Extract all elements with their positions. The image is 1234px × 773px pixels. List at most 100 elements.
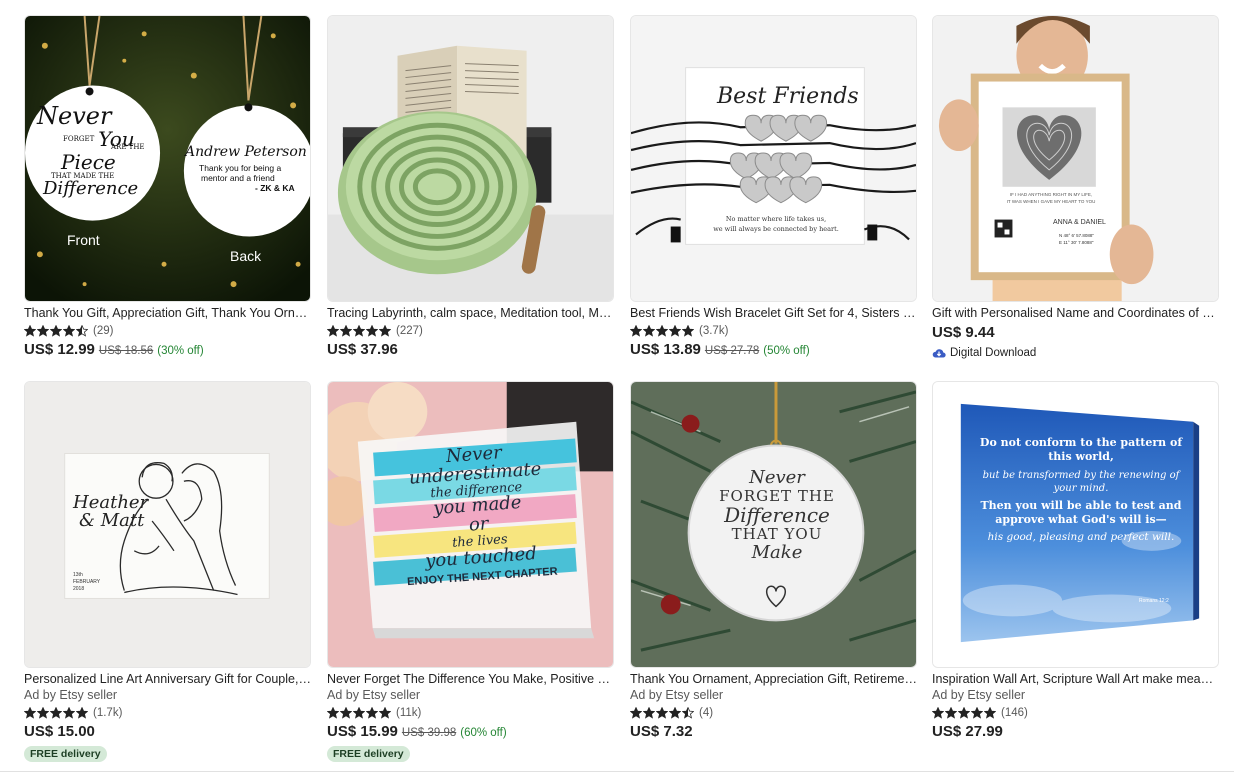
digital-download-label: Digital Download [950, 347, 1037, 359]
listing-card[interactable]: IF I HAD ANYTHING RIGHT IN MY LIFE, IT W… [932, 15, 1219, 359]
stars [327, 324, 391, 337]
listing-title[interactable]: Tracing Labyrinth, calm space, Meditatio… [327, 305, 614, 321]
listing-card[interactable]: Best Friends No matter where life takes … [630, 15, 917, 361]
star-icon [50, 706, 62, 719]
listing-card[interactable]: Never FORGET You ARE THE Piece THAT MADE … [24, 15, 311, 361]
listing-card[interactable]: Heather & Matt 13th FEBRUARY 2018 Person… [24, 381, 311, 762]
listing-card[interactable]: Never FORGET THE Difference THAT YOU Mak… [630, 381, 917, 743]
divider [0, 771, 1234, 772]
star-icon [984, 706, 996, 719]
star-icon [379, 706, 391, 719]
digital-download: Digital Download [932, 347, 1219, 359]
review-count: (146) [1001, 706, 1028, 719]
listing-image[interactable]: Never FORGET You ARE THE Piece THAT MADE … [24, 15, 311, 302]
free-delivery-badge: FREE delivery [327, 746, 410, 762]
listing-image[interactable] [327, 15, 614, 302]
listing-card[interactable]: Tracing Labyrinth, calm space, Meditatio… [327, 15, 614, 361]
print-names: ANNA & DANIEL [1053, 219, 1106, 226]
star-icon [656, 324, 668, 337]
star-icon [24, 324, 36, 337]
price: US$ 15.99 [327, 723, 398, 740]
canvas-scripture: Do not conform to the pattern of this wo… [979, 436, 1183, 544]
print-quote: IF I HAD ANYTHING RIGHT IN MY LIFE, IT W… [1006, 192, 1096, 204]
star-icon [50, 324, 62, 337]
review-count: (227) [396, 324, 423, 337]
price: US$ 27.99 [932, 723, 1003, 740]
listing-image[interactable]: Never underestimate the difference you m… [327, 381, 614, 668]
original-price: US$ 18.56 [98, 345, 154, 357]
listing-image[interactable]: Never FORGET THE Difference THAT YOU Mak… [630, 381, 917, 668]
ornament-front-text: Never FORGET You ARE THE Piece THAT MADE … [37, 102, 145, 199]
front-label: Front [67, 232, 100, 248]
ornament-back-text: Andrew Peterson Thank you for being a me… [185, 144, 307, 193]
star-icon [682, 706, 694, 719]
star-icon [366, 706, 378, 719]
card-message: No matter where life takes us, we will a… [713, 215, 839, 233]
stars [932, 706, 996, 719]
star-icon [327, 324, 339, 337]
price-row: US$ 27.99 [932, 723, 1219, 743]
star-icon [24, 706, 36, 719]
listing-title[interactable]: Thank You Ornament, Appreciation Gift, R… [630, 671, 917, 687]
star-icon [366, 324, 378, 337]
price-row: US$ 12.99 US$ 18.56 (30% off) [24, 341, 311, 361]
star-icon [379, 324, 391, 337]
star-icon [958, 706, 970, 719]
listing-title[interactable]: Thank You Gift, Appreciation Gift, Thank… [24, 305, 311, 321]
plaque-text: Never underestimate the difference you m… [406, 442, 558, 588]
listing-image[interactable]: Best Friends No matter where life takes … [630, 15, 917, 302]
free-delivery-badge: FREE delivery [24, 746, 107, 762]
listing-title[interactable]: Never Forget The Difference You Make, Po… [327, 671, 614, 687]
rating: (11k) [327, 704, 614, 721]
ad-label: Ad by Etsy seller [24, 688, 118, 702]
star-icon [63, 324, 75, 337]
back-label: Back [230, 248, 262, 264]
discount: (60% off) [460, 727, 507, 739]
price: US$ 13.89 [630, 341, 701, 358]
star-icon [656, 706, 668, 719]
cloud-download-icon [932, 349, 946, 358]
listing-title[interactable]: Gift with Personalised Name and Coordina… [932, 305, 1219, 321]
price: US$ 37.96 [327, 341, 398, 358]
listing-image[interactable]: Do not conform to the pattern of this wo… [932, 381, 1219, 668]
listing-title[interactable]: Best Friends Wish Bracelet Gift Set for … [630, 305, 917, 321]
portrait-date: 13th FEBRUARY 2018 [73, 572, 101, 592]
price-row: US$ 15.99 US$ 39.98 (60% off) [327, 723, 614, 743]
star-icon [340, 324, 352, 337]
star-icon [669, 324, 681, 337]
listing-image[interactable]: Heather & Matt 13th FEBRUARY 2018 [24, 381, 311, 668]
price: US$ 7.32 [630, 723, 693, 740]
price: US$ 9.44 [932, 324, 995, 341]
listing-card[interactable]: Never underestimate the difference you m… [327, 381, 614, 762]
review-count: (29) [93, 324, 114, 337]
price-row: US$ 15.00 [24, 723, 311, 743]
listing-title[interactable]: Personalized Line Art Anniversary Gift f… [24, 671, 311, 687]
stars [24, 706, 88, 719]
discount: (50% off) [763, 345, 810, 357]
listing-card[interactable]: Do not conform to the pattern of this wo… [932, 381, 1219, 743]
listing-title[interactable]: Inspiration Wall Art, Scripture Wall Art… [932, 671, 1219, 687]
rating: (4) [630, 704, 917, 721]
star-icon [643, 706, 655, 719]
rating: (227) [327, 322, 614, 339]
listing-image[interactable]: IF I HAD ANYTHING RIGHT IN MY LIFE, IT W… [932, 15, 1219, 302]
review-count: (3.7k) [699, 324, 729, 337]
scripture-reference: Romans 12:2 [1139, 598, 1169, 604]
star-icon [643, 324, 655, 337]
price-row: US$ 13.89 US$ 27.78 (50% off) [630, 341, 917, 361]
card-heading: Best Friends [717, 84, 859, 109]
original-price: US$ 27.78 [704, 345, 760, 357]
star-icon [76, 706, 88, 719]
star-icon [630, 706, 642, 719]
star-icon [932, 706, 944, 719]
rating: (1.7k) [24, 704, 311, 721]
price: US$ 12.99 [24, 341, 95, 358]
discount: (30% off) [157, 345, 204, 357]
ad-label: Ad by Etsy seller [327, 688, 421, 702]
rating: (3.7k) [630, 322, 917, 339]
stars [24, 324, 88, 337]
star-icon [327, 706, 339, 719]
star-icon [630, 324, 642, 337]
rating: (146) [932, 704, 1219, 721]
star-icon [971, 706, 983, 719]
